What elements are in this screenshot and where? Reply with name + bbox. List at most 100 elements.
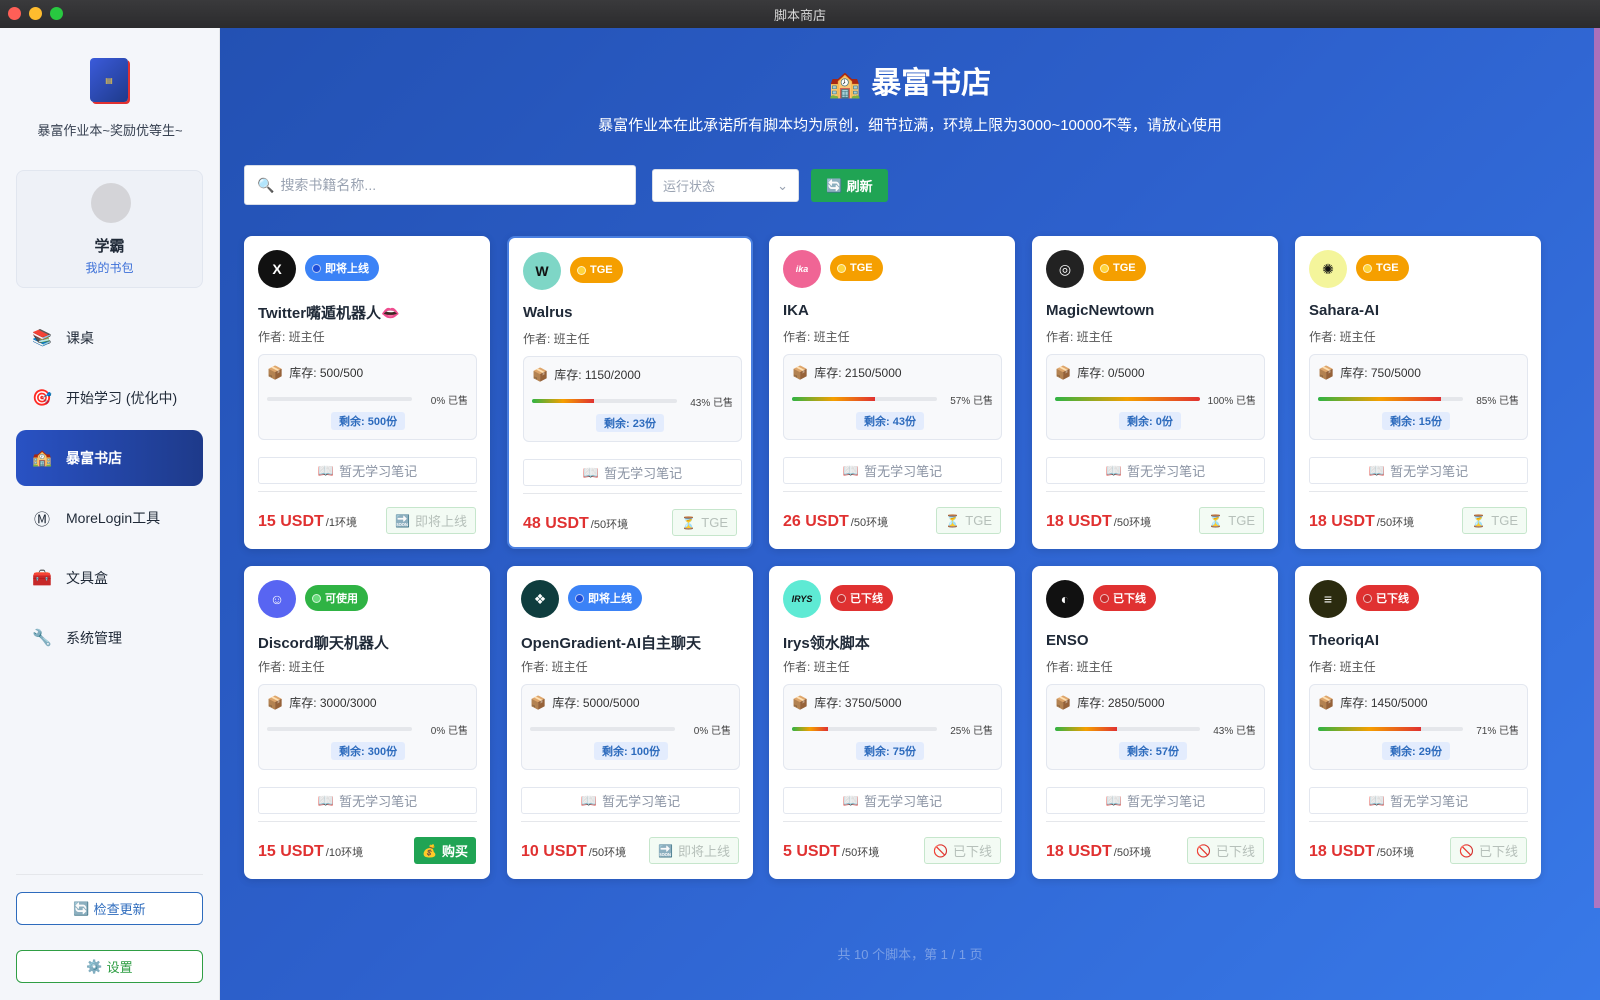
- app-logo-book-icon: ▤: [90, 58, 128, 102]
- status-badge-label: TGE: [590, 264, 613, 276]
- remaining-badge: 剩余: 100份: [594, 742, 669, 760]
- card-action-button[interactable]: ⏳ TGE: [936, 507, 1001, 534]
- card-action-label: 已下线: [1215, 844, 1255, 859]
- avatar[interactable]: [91, 183, 131, 223]
- sidebar-item-4[interactable]: 🧰 文具盒: [16, 550, 203, 606]
- gear-icon: ⚙️: [86, 958, 103, 974]
- card-action-button[interactable]: 🔜 即将上线: [386, 507, 476, 534]
- user-name: 学霸: [94, 238, 125, 255]
- stock-panel: 📦 库存: 1150/2000 43% 已售 剩余: 23份: [523, 356, 742, 442]
- card-action-button[interactable]: ⏳ TGE: [672, 509, 737, 536]
- target-icon: 🎯: [32, 390, 52, 407]
- study-notes-field: 📖 暂无学习笔记: [1309, 787, 1528, 814]
- script-card[interactable]: ☺ 可使用 Discord聊天机器人 作者: 班主任 📦 库存: 3000/30…: [244, 566, 490, 879]
- check-update-button[interactable]: 🔄 检查更新: [16, 892, 203, 925]
- settings-label: 设置: [106, 960, 133, 975]
- remaining-badge: 剩余: 29份: [1382, 742, 1450, 760]
- script-title: Twitter嘴遁机器人👄: [258, 305, 400, 322]
- minimize-window-button[interactable]: [29, 7, 42, 20]
- status-select[interactable]: 运行状态 ⌄: [652, 169, 799, 202]
- settings-button[interactable]: ⚙️ 设置: [16, 950, 203, 983]
- search-box[interactable]: 🔍: [244, 165, 636, 205]
- refresh-button[interactable]: 🔄 刷新: [811, 169, 888, 202]
- sidebar-item-2[interactable]: 🏫 暴富书店: [16, 430, 203, 486]
- sold-percent: 25% 已售: [950, 726, 993, 737]
- script-card-grid: X 即将上线 Twitter嘴遁机器人👄 作者: 班主任 📦 库存: 500/5…: [244, 236, 1544, 886]
- card-action-button[interactable]: 🚫 已下线: [1187, 837, 1264, 864]
- script-card[interactable]: ◎ TGE MagicNewtown 作者: 班主任 📦 库存: 0/5000 …: [1032, 236, 1278, 549]
- status-badge: TGE: [570, 257, 623, 283]
- sold-progress-bar: [792, 397, 937, 401]
- status-badge-label: 可使用: [325, 593, 358, 605]
- sold-progress-bar: [1318, 727, 1463, 731]
- sidebar-item-0[interactable]: 📚 课桌: [16, 310, 203, 366]
- project-logo-icon: ◎: [1046, 250, 1084, 288]
- price-value: 15 USDT: [258, 513, 324, 530]
- main-content: 🏫 暴富书店 暴富作业本在此承诺所有脚本均为原创，细节拉满，环境上限为3000~1…: [220, 28, 1600, 1000]
- sold-progress-bar: [1055, 397, 1200, 401]
- status-dot-icon: [312, 263, 321, 273]
- script-card[interactable]: X 即将上线 Twitter嘴遁机器人👄 作者: 班主任 📦 库存: 500/5…: [244, 236, 490, 549]
- script-card[interactable]: W TGE Walrus 作者: 班主任 📦 库存: 1150/2000 43%…: [507, 236, 753, 549]
- sidebar-item-3[interactable]: Ⓜ MoreLogin工具: [16, 490, 203, 546]
- open-book-icon: 📖: [582, 464, 600, 480]
- status-badge-label: TGE: [850, 262, 873, 274]
- status-dot-icon: [1100, 263, 1109, 273]
- project-logo-icon: ≡: [1309, 580, 1347, 618]
- stock-panel: 📦 库存: 5000/5000 0% 已售 剩余: 100份: [521, 684, 740, 770]
- script-author: 作者: 班主任: [258, 330, 325, 344]
- toolbox-icon: 🧰: [32, 570, 52, 587]
- script-card[interactable]: ❖ 即将上线 OpenGradient-AI自主聊天 作者: 班主任 📦 库存:…: [507, 566, 753, 879]
- price-value: 18 USDT: [1309, 843, 1375, 860]
- card-action-label: TGE: [701, 515, 728, 530]
- close-window-button[interactable]: [8, 7, 21, 20]
- script-card[interactable]: IRYS 已下线 Irys领水脚本 作者: 班主任 📦 库存: 3750/500…: [769, 566, 1015, 879]
- stock-panel: 📦 库存: 500/500 0% 已售 剩余: 500份: [258, 354, 477, 440]
- project-logo-icon: ☺: [258, 580, 296, 618]
- sold-percent: 85% 已售: [1476, 396, 1519, 407]
- stock-line: 📦 库存: 2150/5000: [792, 364, 902, 381]
- price-value: 18 USDT: [1046, 843, 1112, 860]
- script-card[interactable]: ika TGE IKA 作者: 班主任 📦 库存: 2150/5000 57% …: [769, 236, 1015, 549]
- sidebar-item-1[interactable]: 🎯 开始学习 (优化中): [16, 370, 203, 426]
- card-divider: [783, 821, 1002, 822]
- card-action-button[interactable]: ⏳ TGE: [1462, 507, 1527, 534]
- card-divider: [523, 493, 742, 494]
- stock-text: 库存: 2150/5000: [814, 366, 902, 380]
- buy-button[interactable]: 💰 购买: [414, 837, 476, 864]
- status-dot-icon: [1100, 593, 1109, 603]
- chevron-down-icon: ⌄: [777, 177, 788, 193]
- open-book-icon: 📖: [317, 462, 335, 478]
- script-card[interactable]: ◐ 已下线 ENSO 作者: 班主任 📦 库存: 2850/5000 43% 已…: [1032, 566, 1278, 879]
- card-action-button[interactable]: 🚫 已下线: [924, 837, 1001, 864]
- stock-line: 📦 库存: 2850/5000: [1055, 694, 1165, 711]
- status-badge: 已下线: [1093, 585, 1156, 611]
- script-title: TheoriqAI: [1309, 632, 1379, 649]
- maximize-window-button[interactable]: [50, 7, 63, 20]
- morelogin-m-icon: Ⓜ: [33, 512, 50, 529]
- card-action-button[interactable]: 🔜 即将上线: [649, 837, 739, 864]
- card-divider: [1046, 491, 1265, 492]
- script-card[interactable]: ✺ TGE Sahara-AI 作者: 班主任 📦 库存: 750/5000 8…: [1295, 236, 1541, 549]
- price: 15 USDT /1环境: [258, 513, 357, 531]
- study-notes-field: 📖 暂无学习笔记: [258, 457, 477, 484]
- card-action-label: 即将上线: [677, 844, 730, 859]
- study-notes-label: 暂无学习笔记: [1127, 794, 1206, 809]
- scrollbar[interactable]: [1594, 28, 1600, 908]
- script-author: 作者: 班主任: [1046, 330, 1113, 344]
- script-author: 作者: 班主任: [783, 660, 850, 674]
- script-card[interactable]: ≡ 已下线 TheoriqAI 作者: 班主任 📦 库存: 1450/5000 …: [1295, 566, 1541, 879]
- card-action-button[interactable]: ⏳ TGE: [1199, 507, 1264, 534]
- card-action-button[interactable]: 🚫 已下线: [1450, 837, 1527, 864]
- price-value: 18 USDT: [1309, 513, 1375, 530]
- sold-progress-bar: [267, 397, 412, 401]
- search-input[interactable]: [280, 177, 621, 193]
- stock-text: 库存: 1150/2000: [554, 368, 641, 382]
- sold-progress-bar: [267, 727, 412, 731]
- my-bag-link[interactable]: 我的书包: [17, 259, 202, 276]
- price-unit: /1环境: [325, 517, 357, 529]
- stock-text: 库存: 3000/3000: [289, 696, 377, 710]
- sidebar-item-5[interactable]: 🔧 系统管理: [16, 610, 203, 666]
- stock-text: 库存: 750/5000: [1340, 366, 1421, 380]
- script-title: Walrus: [523, 304, 573, 321]
